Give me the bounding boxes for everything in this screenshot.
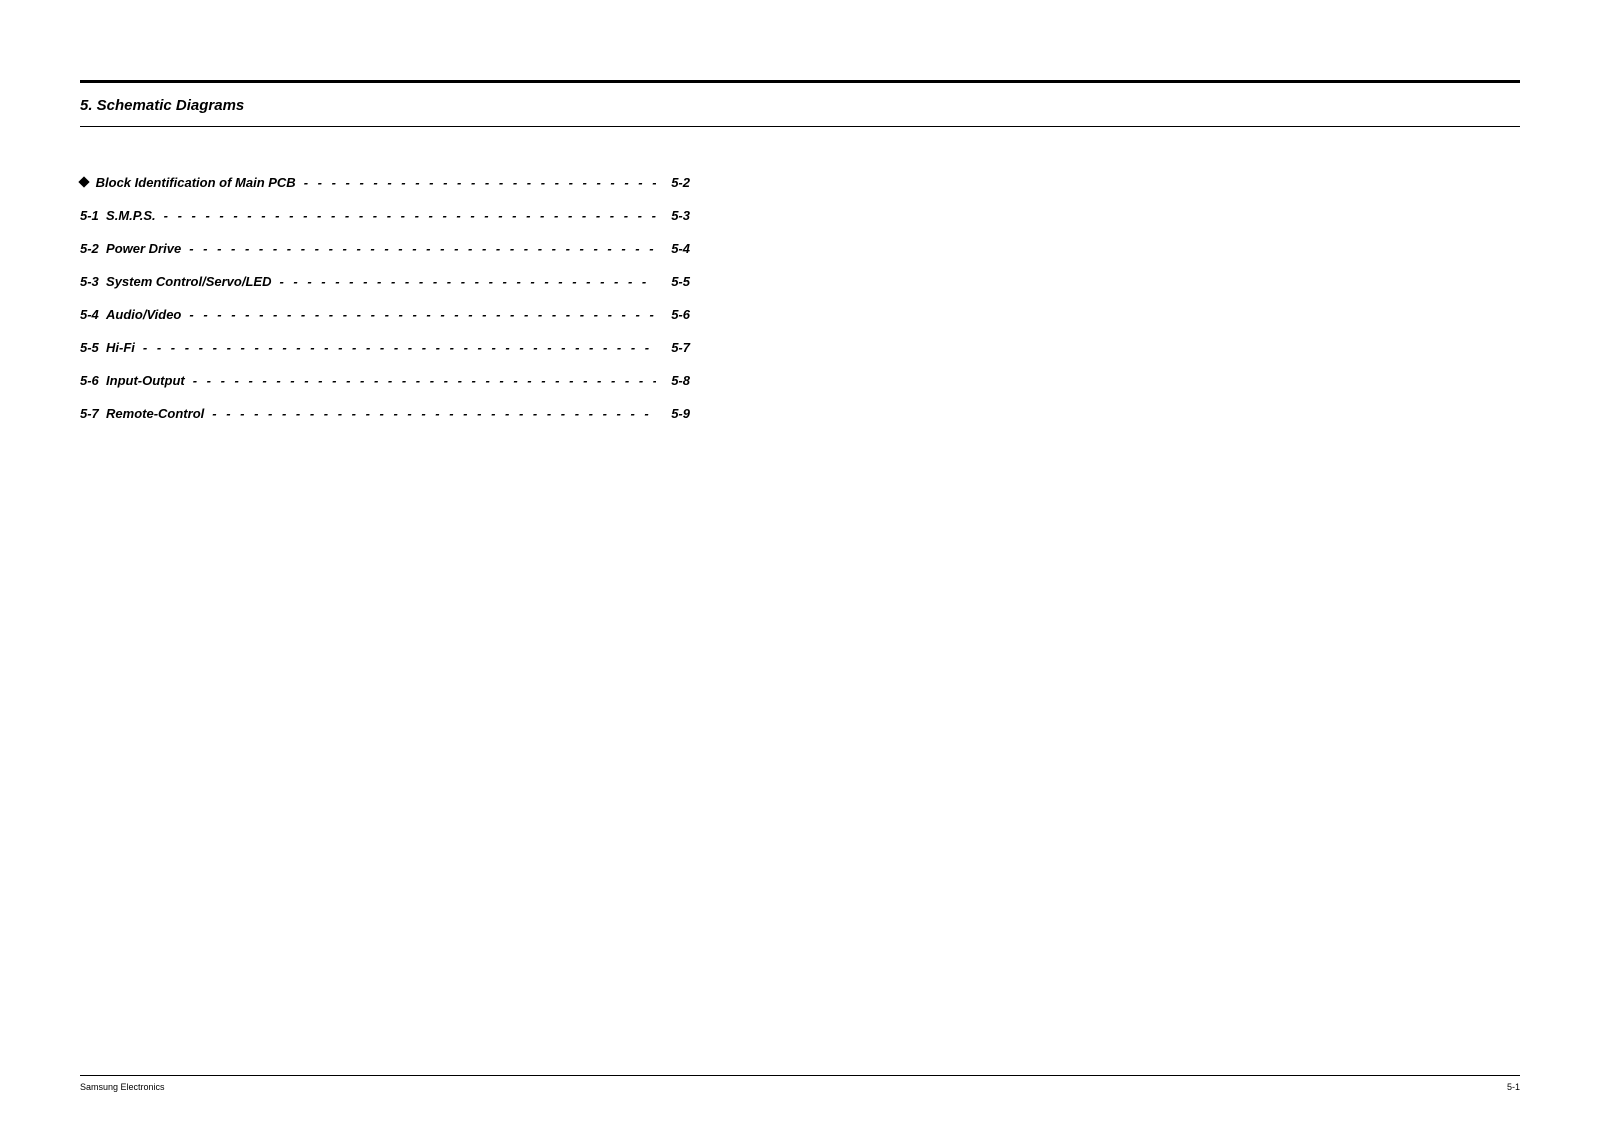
title-underline-rule <box>80 126 1520 127</box>
footer-right: 5-1 <box>1507 1082 1520 1092</box>
toc-row: 5-1 S.M.P.S. - - - - - - - - - - - - - -… <box>80 208 690 223</box>
toc-row: 5-2 Power Drive - - - - - - - - - - - - … <box>80 241 690 256</box>
toc-leader: - - - - - - - - - - - - - - - - - - - - … <box>164 208 656 223</box>
diamond-bullet-icon <box>78 176 89 187</box>
toc-label-text: Power Drive <box>106 241 181 256</box>
toc-prefix: 5-1 <box>80 208 99 223</box>
toc-leader: - - - - - - - - - - - - - - - - - - - - … <box>193 373 656 388</box>
toc-prefix: 5-2 <box>80 241 99 256</box>
toc-page: 5-9 <box>664 406 690 421</box>
toc-row: Block Identification of Main PCB - - - -… <box>80 175 690 190</box>
toc-label: 5-6 Input-Output <box>80 373 185 388</box>
toc-label: 5-3 System Control/Servo/LED <box>80 274 271 289</box>
toc-page: 5-2 <box>664 175 690 190</box>
toc-leader: - - - - - - - - - - - - - - - - - - - - … <box>304 175 656 190</box>
toc-leader: - - - - - - - - - - - - - - - - - - - - … <box>189 241 656 256</box>
toc-label-text: Block Identification of Main PCB <box>96 175 296 190</box>
toc-page: 5-7 <box>664 340 690 355</box>
toc-row: 5-3 System Control/Servo/LED - - - - - -… <box>80 274 690 289</box>
toc-leader: - - - - - - - - - - - - - - - - - - - - … <box>212 406 656 421</box>
toc-leader: - - - - - - - - - - - - - - - - - - - - … <box>279 274 656 289</box>
toc-label: 5-2 Power Drive <box>80 241 181 256</box>
toc-label-text: S.M.P.S. <box>106 208 156 223</box>
toc-leader: - - - - - - - - - - - - - - - - - - - - … <box>143 340 656 355</box>
toc-page: 5-4 <box>664 241 690 256</box>
toc-prefix: 5-5 <box>80 340 99 355</box>
toc-container: Block Identification of Main PCB - - - -… <box>80 175 690 421</box>
toc-label: Block Identification of Main PCB <box>80 175 296 190</box>
toc-page: 5-3 <box>664 208 690 223</box>
toc-label-text: Remote-Control <box>106 406 204 421</box>
toc-page: 5-8 <box>664 373 690 388</box>
toc-prefix: 5-6 <box>80 373 99 388</box>
toc-prefix: 5-3 <box>80 274 99 289</box>
toc-row: 5-7 Remote-Control - - - - - - - - - - -… <box>80 406 690 421</box>
toc-label-text: Hi-Fi <box>106 340 135 355</box>
toc-page: 5-5 <box>664 274 690 289</box>
toc-label: 5-1 S.M.P.S. <box>80 208 156 223</box>
toc-label: 5-4 Audio/Video <box>80 307 181 322</box>
toc-row: 5-6 Input-Output - - - - - - - - - - - -… <box>80 373 690 388</box>
footer-left: Samsung Electronics <box>80 1082 165 1092</box>
top-thick-rule <box>80 80 1520 83</box>
section-title: 5. Schematic Diagrams <box>80 91 1520 120</box>
footer: Samsung Electronics 5-1 <box>80 1075 1520 1092</box>
toc-label-text: Input-Output <box>106 373 185 388</box>
toc-row: 5-5 Hi-Fi - - - - - - - - - - - - - - - … <box>80 340 690 355</box>
toc-label-text: System Control/Servo/LED <box>106 274 271 289</box>
footer-rule <box>80 1075 1520 1076</box>
toc-label: 5-7 Remote-Control <box>80 406 204 421</box>
toc-leader: - - - - - - - - - - - - - - - - - - - - … <box>189 307 656 322</box>
toc-prefix: 5-4 <box>80 307 99 322</box>
toc-label: 5-5 Hi-Fi <box>80 340 135 355</box>
toc-prefix: 5-7 <box>80 406 99 421</box>
toc-label-text: Audio/Video <box>106 307 181 322</box>
toc-page: 5-6 <box>664 307 690 322</box>
toc-row: 5-4 Audio/Video - - - - - - - - - - - - … <box>80 307 690 322</box>
